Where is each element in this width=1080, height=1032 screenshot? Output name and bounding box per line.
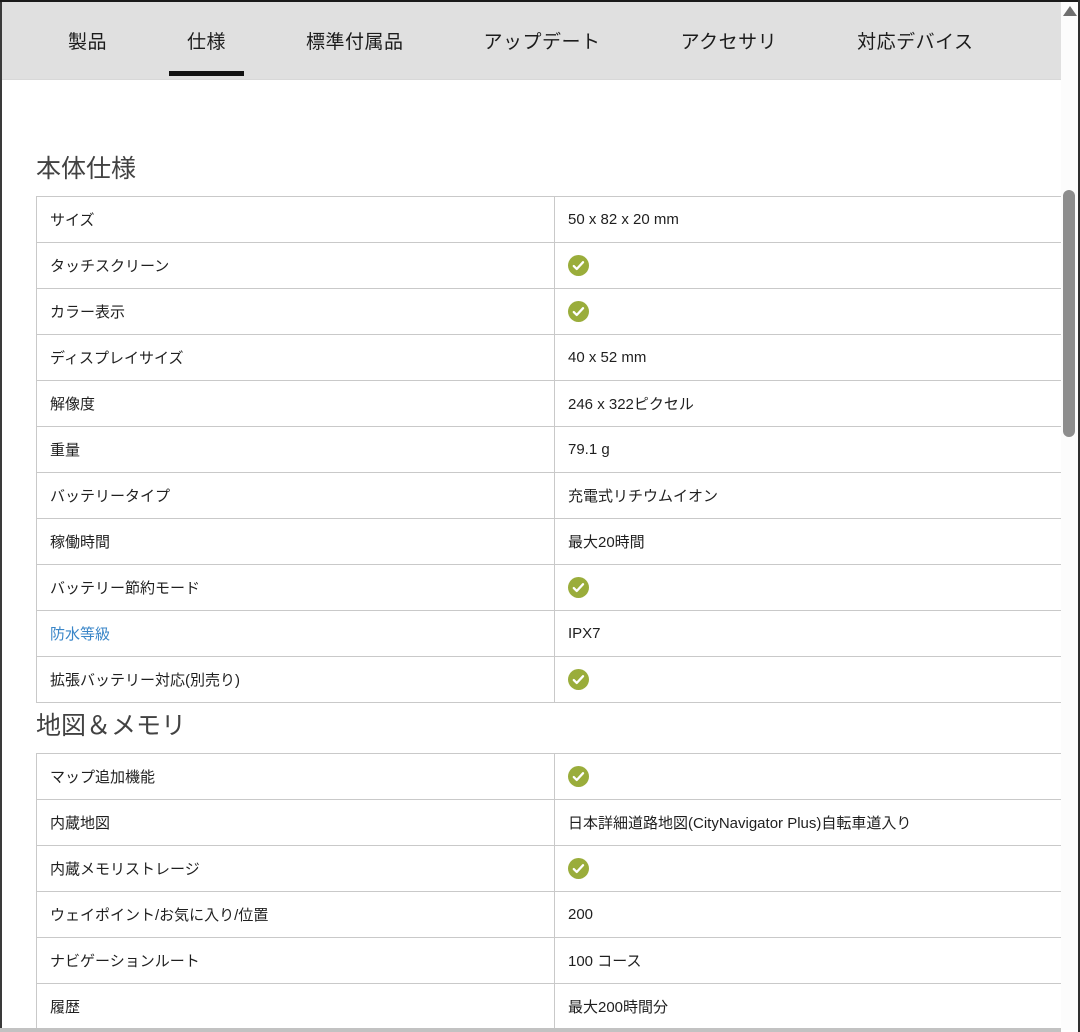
tab-label: 対応デバイス — [857, 27, 973, 54]
table-row: マップ追加機能 — [37, 754, 1074, 800]
table-row: 履歴 最大200時間分 — [37, 984, 1074, 1030]
window-edge-top — [0, 0, 1080, 2]
table-row: 防水等級 IPX7 — [37, 611, 1074, 657]
tab-label: 仕様 — [187, 27, 226, 54]
spec-label: バッテリー節約モード — [50, 580, 200, 597]
spec-value: 最大200時間分 — [568, 999, 668, 1016]
check-circle-icon — [568, 858, 589, 879]
spec-value-cell: 40 x 52 mm — [555, 335, 1074, 381]
table-row: 稼働時間 最大20時間 — [37, 519, 1074, 565]
scrollbar[interactable] — [1061, 2, 1078, 1030]
section-title: 地図＆メモリ — [36, 710, 1061, 742]
tab-bar: 製品 仕様 標準付属品 アップデート アクセサリ 対応デバイス — [2, 2, 1061, 80]
table-row: 内蔵メモリストレージ — [37, 846, 1074, 892]
spec-value: 200 — [568, 906, 593, 923]
spec-table: マップ追加機能 内蔵地図 日本詳細道路地図(CityNavigator Plus… — [36, 753, 1074, 1030]
spec-value: IPX7 — [568, 625, 601, 642]
spec-label: ディスプレイサイズ — [50, 350, 184, 367]
spec-value-cell: 日本詳細道路地図(CityNavigator Plus)自転車道入り — [555, 800, 1074, 846]
spec-value-cell: 79.1 g — [555, 427, 1074, 473]
tab-label: 製品 — [68, 27, 107, 54]
spec-label: カラー表示 — [50, 304, 125, 321]
check-circle-icon — [568, 255, 589, 276]
spec-label: 履歴 — [50, 999, 80, 1016]
table-row: ディスプレイサイズ 40 x 52 mm — [37, 335, 1074, 381]
spec-value-cell — [555, 289, 1074, 335]
section-title: 本体仕様 — [36, 153, 1061, 185]
table-row: サイズ 50 x 82 x 20 mm — [37, 197, 1074, 243]
spec-value-cell: IPX7 — [555, 611, 1074, 657]
spec-value: 最大20時間 — [568, 534, 645, 551]
check-circle-icon — [568, 577, 589, 598]
spec-value: 246 x 322ピクセル — [568, 396, 694, 413]
spec-value-cell: 246 x 322ピクセル — [555, 381, 1074, 427]
bottom-divider — [0, 1028, 1061, 1032]
spec-section: 地図＆メモリ マップ追加機能 内蔵地図 日本詳細道路地図(CityNavigat… — [2, 710, 1061, 1030]
table-row: カラー表示 — [37, 289, 1074, 335]
table-row: タッチスクリーン — [37, 243, 1074, 289]
spec-label: 拡張バッテリー対応(別売り) — [50, 672, 240, 689]
spec-label: 重量 — [50, 442, 80, 459]
spec-value-cell — [555, 754, 1074, 800]
spec-label: ナビゲーションルート — [50, 953, 200, 970]
spec-value-cell: 100 コース — [555, 938, 1074, 984]
spec-page: 製品 仕様 標準付属品 アップデート アクセサリ 対応デバイス 本体仕様 サイズ… — [0, 0, 1080, 1032]
table-row: 内蔵地図 日本詳細道路地図(CityNavigator Plus)自転車道入り — [37, 800, 1074, 846]
spec-label: 内蔵地図 — [50, 815, 110, 832]
tab-0[interactable]: 製品 — [68, 2, 107, 79]
spec-label: マップ追加機能 — [50, 769, 155, 786]
spec-value-cell — [555, 846, 1074, 892]
scroll-up-arrow-icon[interactable] — [1063, 6, 1077, 16]
tab-4[interactable]: アクセサリ — [681, 2, 778, 79]
tab-label: アクセサリ — [681, 27, 778, 54]
table-row: 解像度 246 x 322ピクセル — [37, 381, 1074, 427]
tab-5[interactable]: 対応デバイス — [857, 2, 973, 79]
table-row: ナビゲーションルート 100 コース — [37, 938, 1074, 984]
spec-value: 40 x 52 mm — [568, 349, 646, 366]
tab-1[interactable]: 仕様 — [187, 2, 226, 79]
spec-value: 100 コース — [568, 953, 641, 970]
tab-label: アップデート — [484, 27, 601, 54]
check-circle-icon — [568, 766, 589, 787]
spec-value: 日本詳細道路地図(CityNavigator Plus)自転車道入り — [568, 815, 911, 832]
spec-label: 解像度 — [50, 396, 95, 413]
table-row: 重量 79.1 g — [37, 427, 1074, 473]
table-row: バッテリータイプ 充電式リチウムイオン — [37, 473, 1074, 519]
spec-value-cell: 最大200時間分 — [555, 984, 1074, 1030]
spec-value-cell: 200 — [555, 892, 1074, 938]
tab-label: 標準付属品 — [306, 27, 404, 54]
check-circle-icon — [568, 301, 589, 322]
spec-value-cell — [555, 657, 1074, 703]
spec-value-cell: 最大20時間 — [555, 519, 1074, 565]
spec-label: タッチスクリーン — [50, 258, 169, 275]
spec-label: 稼働時間 — [50, 534, 110, 551]
spec-section: 本体仕様 サイズ 50 x 82 x 20 mm タッチスクリーン カラー表示 — [2, 153, 1061, 703]
window-edge-left — [0, 0, 2, 1032]
spec-value: 50 x 82 x 20 mm — [568, 211, 679, 228]
spec-label: 内蔵メモリストレージ — [50, 861, 200, 878]
check-circle-icon — [568, 669, 589, 690]
spec-value-cell — [555, 243, 1074, 289]
spec-value-cell: 充電式リチウムイオン — [555, 473, 1074, 519]
spec-value-cell: 50 x 82 x 20 mm — [555, 197, 1074, 243]
table-row: 拡張バッテリー対応(別売り) — [37, 657, 1074, 703]
spec-table: サイズ 50 x 82 x 20 mm タッチスクリーン カラー表示 — [36, 196, 1074, 703]
tab-3[interactable]: アップデート — [484, 2, 601, 79]
spec-label-link[interactable]: 防水等級 — [50, 626, 110, 643]
tab-2[interactable]: 標準付属品 — [306, 2, 404, 79]
spec-label: バッテリータイプ — [50, 488, 170, 505]
spec-label: サイズ — [50, 212, 95, 229]
spec-value: 79.1 g — [568, 441, 610, 458]
table-row: バッテリー節約モード — [37, 565, 1074, 611]
spec-value-cell — [555, 565, 1074, 611]
scrollbar-thumb[interactable] — [1063, 190, 1075, 437]
table-row: ウェイポイント/お気に入り/位置 200 — [37, 892, 1074, 938]
spec-label: ウェイポイント/お気に入り/位置 — [50, 907, 268, 924]
spec-value: 充電式リチウムイオン — [568, 488, 718, 505]
spec-content: 本体仕様 サイズ 50 x 82 x 20 mm タッチスクリーン カラー表示 — [2, 82, 1061, 1030]
